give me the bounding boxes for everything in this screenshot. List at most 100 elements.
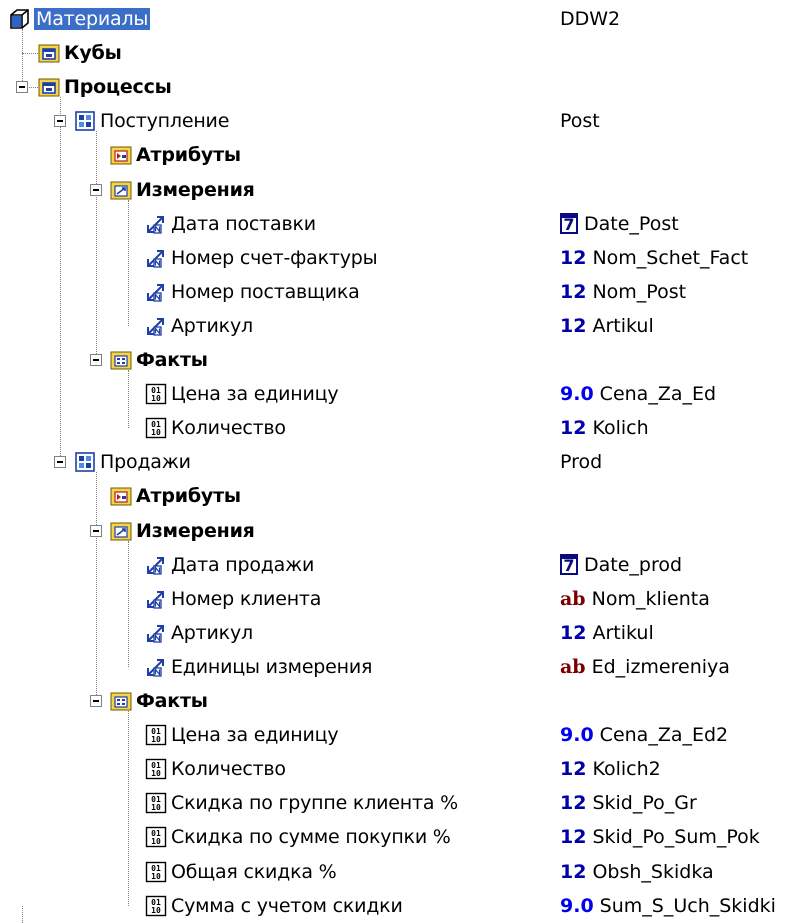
field-name: Cena_Za_Ed2	[599, 724, 729, 747]
tree-node-content[interactable]: 01 10 Скидка по группе клиента %	[145, 786, 458, 820]
tree-node-content[interactable]: Атрибуты	[110, 479, 241, 513]
tree-node-prod-dim3[interactable]: Артикул 12 Artikul	[0, 616, 788, 650]
data-type-badge: 9.0	[560, 894, 594, 917]
tree-node-label: Измерения	[136, 178, 255, 201]
collapse-toggle-icon[interactable]	[54, 456, 66, 469]
tree-node-prodazhi[interactable]: Продажи Prod	[0, 445, 788, 479]
collapse-toggle-icon[interactable]	[16, 81, 28, 94]
tree-node-content[interactable]: Артикул	[145, 616, 253, 650]
field-name: Skid_Po_Sum_Pok	[592, 826, 760, 849]
tree-node-label: Общая скидка %	[171, 860, 337, 883]
tree-node-label: Скидка по группе клиента %	[171, 792, 459, 815]
field-name: Post	[560, 110, 600, 133]
tree-node-content[interactable]: Измерения	[110, 173, 255, 207]
tree-node-cubes[interactable]: Кубы	[0, 36, 788, 70]
svg-text:10: 10	[151, 428, 161, 437]
tree-node-prod-fact4[interactable]: 01 10 Скидка по сумме покупки % 12 Skid_Po_S…	[0, 820, 788, 854]
tree-node-prod-fact5[interactable]: 01 10 Общая скидка % 12 Obsh_Skidka	[0, 855, 788, 889]
field-info: 12 Obsh_Skidka	[560, 855, 714, 889]
field-info: 7 Date_prod	[560, 548, 682, 582]
tree-node-prod-dim1[interactable]: Дата продажи 7 Date_prod	[0, 548, 788, 582]
tree-node-prod-dims[interactable]: Измерения	[0, 514, 788, 548]
tree-node-content[interactable]: Номер счет-фактуры	[145, 241, 378, 275]
tree-node-label: Артикул	[171, 314, 253, 337]
tree-node-prod-facts[interactable]: Факты	[0, 684, 788, 718]
tree-node-prod-dim4[interactable]: Единицы измерения ab Ed_izmereniya	[0, 650, 788, 684]
dimension-icon	[145, 247, 167, 269]
tree-node-content[interactable]: Дата продажи	[145, 548, 314, 582]
tree-node-post-fact2[interactable]: 01 10 Количество 12 Kolich	[0, 411, 788, 445]
field-info: Prod	[560, 445, 602, 479]
fact-icon: 01 10	[145, 861, 167, 883]
tree-node-prod-dim2[interactable]: Номер клиента ab Nom_klienta	[0, 582, 788, 616]
tree-node-label: Скидка по сумме покупки %	[171, 826, 451, 849]
field-name: Ed_izmereniya	[591, 655, 730, 678]
tree-node-content[interactable]: Единицы измерения	[145, 650, 372, 684]
tree-node-content[interactable]: Материалы	[8, 2, 151, 36]
collapse-toggle-icon[interactable]	[90, 695, 102, 708]
tree-node-content[interactable]: Атрибуты	[110, 138, 241, 172]
dimension-icon	[145, 588, 167, 610]
tree-node-label: Продажи	[100, 451, 191, 474]
tree-node-content[interactable]: Продажи	[74, 445, 191, 479]
tree-node-content[interactable]: 01 10 Цена за единицу	[145, 377, 339, 411]
svg-text:10: 10	[151, 803, 161, 812]
tree-node-content[interactable]: 01 10 Количество	[145, 411, 286, 445]
fact-icon: 01 10	[145, 826, 167, 848]
tree-node-content[interactable]: Дата поставки	[145, 207, 316, 241]
tree-node-prod-fact3[interactable]: 01 10 Скидка по группе клиента % 12 Skid_Po_…	[0, 786, 788, 820]
tree-node-prod-attr[interactable]: Атрибуты	[0, 479, 788, 513]
tree-node-postuplenie[interactable]: Поступление Post	[0, 104, 788, 138]
tree-node-content[interactable]: 01 10 Количество	[145, 752, 286, 786]
date-type-icon: 7	[560, 554, 578, 576]
tree-node-content[interactable]: 01 10 Скидка по сумме покупки %	[145, 820, 451, 854]
tree-node-content[interactable]: 01 10 Цена за единицу	[145, 718, 339, 752]
tree-node-post-dims[interactable]: Измерения	[0, 173, 788, 207]
tree-node-content[interactable]: Факты	[110, 684, 208, 718]
field-name: Nom_Schet_Fact	[592, 246, 749, 269]
tree-node-processes[interactable]: Процессы	[0, 70, 788, 104]
tree-node-content[interactable]: Номер поставщика	[145, 275, 360, 309]
tree-node-post-attr[interactable]: Атрибуты	[0, 138, 788, 172]
data-type-badge: 12	[560, 280, 587, 303]
tree-node-post-dim3[interactable]: Номер поставщика 12 Nom_Post	[0, 275, 788, 309]
field-name: Sum_S_Uch_Skidki	[599, 894, 776, 917]
field-name: Nom_Post	[592, 280, 687, 303]
tree-node-content[interactable]: Измерения	[110, 514, 255, 548]
field-name: Skid_Po_Gr	[592, 792, 697, 815]
dimension-icon	[145, 554, 167, 576]
tree-node-prod-fact2[interactable]: 01 10 Количество 12 Kolich2	[0, 752, 788, 786]
folder-cube-icon	[38, 42, 60, 64]
tree-node-prod-fact6[interactable]: 01 10 Сумма с учетом скидки 9.0 Sum_S_Uch_Sk…	[0, 889, 788, 923]
tree-node-content[interactable]: Кубы	[38, 36, 122, 70]
tree-node-post-dim1[interactable]: Дата поставки 7 Date_Post	[0, 207, 788, 241]
svg-text:10: 10	[151, 872, 161, 881]
object-tree: Материалы DDW2 Кубы Процессы Поступление Post…	[0, 0, 788, 923]
field-info: 12 Nom_Post	[560, 275, 686, 309]
tree-node-prod-fact1[interactable]: 01 10 Цена за единицу 9.0 Cena_Za_Ed2	[0, 718, 788, 752]
collapse-toggle-icon[interactable]	[90, 183, 102, 196]
collapse-toggle-icon[interactable]	[90, 524, 102, 537]
tree-node-label: Поступление	[100, 110, 230, 133]
tree-node-content[interactable]: Артикул	[145, 309, 253, 343]
field-info: 12 Kolich	[560, 411, 649, 445]
tree-node-post-dim2[interactable]: Номер счет-фактуры 12 Nom_Schet_Fact	[0, 241, 788, 275]
process-icon	[74, 451, 96, 473]
tree-node-content[interactable]: Факты	[110, 343, 208, 377]
data-type-badge: 12	[560, 621, 587, 644]
tree-node-content[interactable]: Процессы	[38, 70, 172, 104]
fact-icon: 01 10	[145, 792, 167, 814]
collapse-toggle-icon[interactable]	[90, 354, 102, 367]
tree-node-content[interactable]: Поступление	[74, 104, 229, 138]
field-info: DDW2	[560, 2, 620, 36]
tree-node-content[interactable]: 01 10 Сумма с учетом скидки	[145, 889, 403, 923]
collapse-toggle-icon[interactable]	[54, 115, 66, 128]
tree-node-label: Материалы	[34, 8, 151, 30]
tree-node-content[interactable]: Номер клиента	[145, 582, 321, 616]
tree-node-root[interactable]: Материалы DDW2	[0, 2, 788, 36]
tree-node-post-facts[interactable]: Факты	[0, 343, 788, 377]
tree-node-post-dim4[interactable]: Артикул 12 Artikul	[0, 309, 788, 343]
data-type-badge: 12	[560, 246, 587, 269]
tree-node-post-fact1[interactable]: 01 10 Цена за единицу 9.0 Cena_Za_Ed	[0, 377, 788, 411]
tree-node-content[interactable]: 01 10 Общая скидка %	[145, 855, 337, 889]
